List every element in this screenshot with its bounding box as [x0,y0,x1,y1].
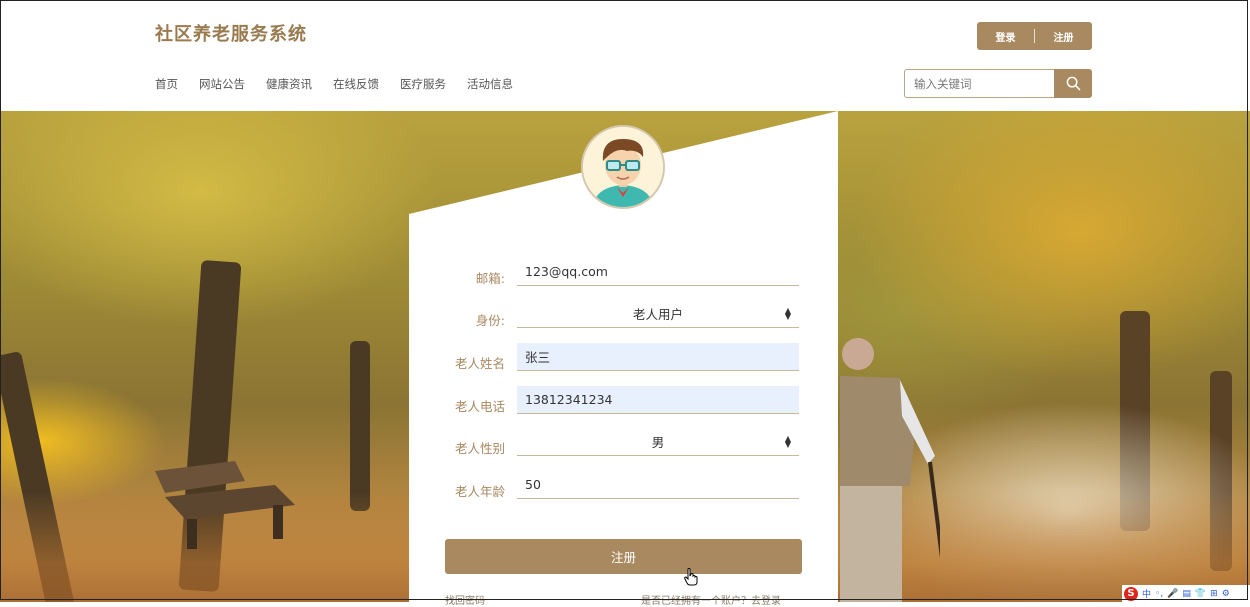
field-row-phone: 老人电话 13812341234 [409,386,838,422]
forgot-password-link[interactable]: 找回密码 [445,592,485,607]
gender-select[interactable]: 男 ▲ ▼ [517,428,799,456]
select-arrow-icon: ▲ ▼ [784,306,791,321]
nav-item-health-news[interactable]: 健康资讯 [266,76,312,92]
field-row-role: 身份: 老人用户 ▲ ▼ [409,300,838,336]
name-label: 老人姓名 [454,356,505,371]
ime-keyboard-icon[interactable]: ▤ [1182,589,1191,599]
site-header: 社区养老服务系统 登录 注册 首页 网站公告 健康资讯 在线反馈 医疗服务 活动… [0,0,1250,111]
nav-item-home[interactable]: 首页 [155,76,178,92]
age-input[interactable]: 50 [517,471,799,499]
ime-toolbar: S 中 ◦, 🎤 ▤ 👕 ⊞ ⚙ [1122,585,1250,602]
nav-item-medical[interactable]: 医疗服务 [400,76,446,92]
go-login-link[interactable]: 是否已经拥有一个账户？去登录 [641,592,781,607]
sogou-logo-icon[interactable]: S [1124,586,1138,601]
ime-skin-icon[interactable]: 👕 [1195,589,1206,599]
register-submit-button[interactable]: 注册 [445,539,802,574]
bench [155,461,295,549]
phone-input[interactable]: 13812341234 [517,386,799,414]
register-link[interactable]: 注册 [1035,29,1092,44]
field-row-name: 老人姓名 张三 [409,343,838,379]
tree-trunk [350,341,370,511]
elderly-man [840,338,940,602]
nav-item-announcements[interactable]: 网站公告 [199,76,245,92]
site-title: 社区养老服务系统 [155,24,307,45]
select-arrow-icon: ▲ ▼ [784,434,791,449]
field-row-age: 老人年龄 50 [409,471,838,507]
search-button[interactable] [1054,69,1092,98]
gender-select-value: 男 [651,435,665,450]
age-label: 老人年龄 [454,484,505,499]
email-label: 邮箱: [475,271,505,286]
search-icon [1066,76,1080,91]
role-select[interactable]: 老人用户 ▲ ▼ [517,300,799,328]
ime-punctuation-icon[interactable]: ◦, [1155,589,1163,599]
role-label: 身份: [475,313,505,328]
phone-label: 老人电话 [454,399,505,414]
auth-buttons: 登录 注册 [977,22,1092,50]
role-select-value: 老人用户 [632,307,683,322]
user-avatar [581,125,665,209]
email-input[interactable]: 123@qq.com [517,258,799,286]
search-box [904,69,1092,98]
nav-item-activities[interactable]: 活动信息 [467,76,513,92]
main-nav: 首页 网站公告 健康资讯 在线反馈 医疗服务 活动信息 [155,76,513,92]
name-input[interactable]: 张三 [517,343,799,371]
field-row-email: 邮箱: 123@qq.com [409,258,838,294]
login-link[interactable]: 登录 [977,29,1034,44]
hand-cursor-icon [684,568,698,586]
search-input[interactable] [904,69,1054,98]
ime-settings-icon[interactable]: ⚙ [1222,589,1230,599]
nav-item-feedback[interactable]: 在线反馈 [333,76,379,92]
gender-label: 老人性别 [454,441,505,456]
ime-grid-icon[interactable]: ⊞ [1210,589,1218,599]
ime-microphone-icon[interactable]: 🎤 [1167,589,1178,599]
ime-language-toggle[interactable]: 中 [1142,587,1151,600]
field-row-gender: 老人性别 男 ▲ ▼ [409,428,838,464]
avatar-illustration [583,127,663,207]
